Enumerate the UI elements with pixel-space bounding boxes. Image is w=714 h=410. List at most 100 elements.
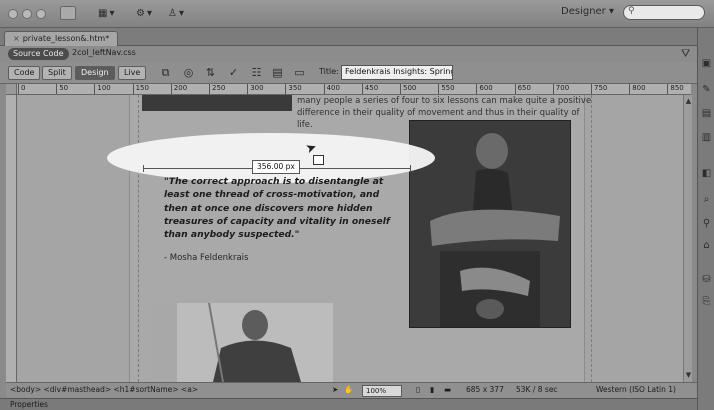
- minimize-window-button[interactable]: [22, 9, 32, 19]
- chevron-down-icon: ▾: [109, 8, 115, 19]
- person-illustration: [151, 303, 333, 382]
- download-size-readout: 53K / 8 sec: [516, 385, 558, 394]
- document-tab-label: private_lesson&.htm*: [22, 34, 110, 43]
- app-window: ▦ ▾ ⚙ ▾ ♙ ▾ Designer ▾ ⚲ × private_lesson&.h…: [0, 0, 714, 410]
- document-title-input[interactable]: Feldenkrais Insights: Spring C: [341, 65, 453, 80]
- related-files-bar: Source Code 2col_leftNav.css ⛛: [0, 46, 697, 62]
- person-stretch-illustration: [410, 121, 570, 327]
- gear-icon: ⚙: [136, 8, 145, 19]
- chevron-down-icon: ▾: [146, 8, 152, 19]
- ap-elements-icon[interactable]: ▤: [701, 108, 712, 119]
- split-view-button[interactable]: Split: [42, 66, 72, 80]
- related-file-link[interactable]: 2col_leftNav.css: [72, 48, 136, 57]
- chevron-down-icon: ▾: [608, 6, 615, 17]
- feldenkrais-photo[interactable]: [409, 120, 571, 328]
- insert-panel-icon[interactable]: ▣: [701, 58, 712, 69]
- grid-icon: ▦: [98, 8, 108, 19]
- ruler-tick: 600: [476, 84, 493, 94]
- status-bar: <body> <div#masthead> <h1#sortName> <a> …: [6, 382, 697, 398]
- window-size-readout[interactable]: 685 x 377: [466, 385, 504, 394]
- help-search-input[interactable]: ⚲: [623, 5, 705, 20]
- title-label: Title:: [319, 67, 339, 76]
- ruler-tick: 550: [438, 84, 455, 94]
- ruler-tick: 100: [94, 84, 111, 94]
- ruler-tick: 700: [552, 84, 569, 94]
- ruler-tick: 850: [667, 84, 684, 94]
- ruler-tick: 300: [247, 84, 264, 94]
- ruler-tick: 400: [323, 84, 340, 94]
- document-tab-bar: × private_lesson&.htm*: [0, 28, 697, 46]
- assets-panel-icon[interactable]: ◧: [701, 168, 712, 179]
- design-canvas[interactable]: many people a series of four to six less…: [17, 95, 683, 382]
- site-menu-button[interactable]: ♙ ▾: [168, 6, 184, 21]
- dw-logo-icon: [60, 6, 76, 20]
- quote-text[interactable]: "The correct approach is to disentangle …: [164, 175, 402, 241]
- workspace-switcher[interactable]: Designer ▾: [561, 6, 614, 17]
- phone-size-icon[interactable]: ▯: [416, 385, 420, 394]
- ruler-tick: 200: [170, 84, 187, 94]
- header-image[interactable]: [142, 95, 292, 111]
- quote-author[interactable]: - Mosha Feldenkrais: [164, 253, 248, 263]
- vertical-scrollbar[interactable]: ▲ ▼: [683, 95, 692, 382]
- desktop-size-icon[interactable]: ▬: [444, 385, 451, 394]
- bindings-panel-icon[interactable]: ⎘: [701, 296, 712, 307]
- workspace-label: Designer: [561, 6, 606, 17]
- close-icon[interactable]: ×: [13, 34, 20, 43]
- width-measure-label: 356.00 px: [252, 160, 300, 174]
- w3c-validation-icon[interactable]: ✓: [226, 65, 241, 80]
- ruler-tick: 0: [18, 84, 25, 94]
- zoom-select[interactable]: 100%: [362, 385, 402, 397]
- properties-panel[interactable]: Properties: [0, 398, 697, 410]
- ruler-tick: 350: [285, 84, 302, 94]
- snippets-panel-icon[interactable]: ⌕: [701, 194, 712, 205]
- refresh-icon[interactable]: ▭: [292, 65, 307, 80]
- design-view-button[interactable]: Design: [75, 66, 115, 80]
- ruler-origin[interactable]: [6, 84, 17, 95]
- visual-aids-icon[interactable]: ▤: [270, 65, 285, 80]
- tag-inspector-icon[interactable]: ⚲: [701, 218, 712, 229]
- ruler-tick: 800: [629, 84, 646, 94]
- files-panel-icon[interactable]: ▥: [701, 132, 712, 143]
- ruler-tick: 450: [361, 84, 378, 94]
- column-guide: [591, 95, 592, 382]
- live-view-button[interactable]: Live: [118, 66, 147, 80]
- user-icon: ♙: [168, 8, 177, 19]
- layout-menu-button[interactable]: ▦ ▾: [98, 6, 114, 21]
- scroll-up-icon[interactable]: ▲: [684, 97, 693, 106]
- column-guide: [138, 95, 139, 382]
- document-tab[interactable]: × private_lesson&.htm*: [4, 31, 119, 46]
- css-styles-icon[interactable]: ✎: [701, 84, 712, 95]
- horizontal-ruler[interactable]: 0 50 100 150 200 250 300 350 400 450 500 550 600 650 7…: [6, 84, 691, 95]
- ruler-tick: 500: [400, 84, 416, 94]
- properties-label: Properties: [10, 400, 48, 409]
- code-view-button[interactable]: Code: [8, 66, 41, 80]
- source-code-button[interactable]: Source Code: [8, 48, 69, 60]
- scroll-down-icon[interactable]: ▼: [684, 371, 693, 380]
- extend-menu-button[interactable]: ⚙ ▾: [136, 6, 152, 21]
- filter-icon[interactable]: ⛛: [681, 47, 690, 61]
- zoom-value: 100%: [366, 387, 387, 395]
- encoding-readout: Western (ISO Latin 1): [596, 385, 676, 394]
- vertical-ruler[interactable]: [6, 95, 17, 382]
- preview-browser-icon[interactable]: ◎: [181, 65, 196, 80]
- ruler-tick: 50: [56, 84, 68, 94]
- browser-compat-icon[interactable]: ☷: [249, 65, 264, 80]
- chevron-down-icon: ▾: [178, 8, 184, 19]
- multiscreen-icon[interactable]: ⧉: [158, 65, 173, 80]
- hand-tool-icon[interactable]: ✋: [344, 385, 353, 394]
- panel-dock: ▣ ✎ ▤ ▥ ◧ ⌕ ⚲ ⌂ ⛁ ⎘: [697, 28, 714, 410]
- ruler-tick: 750: [591, 84, 607, 94]
- document-toolbar: Code Split Design Live ⧉ ◎ ⇅ ✓ ☷ ▤ ▭ Tit…: [0, 62, 697, 84]
- behaviors-panel-icon[interactable]: ⌂: [701, 240, 712, 251]
- zoom-window-button[interactable]: [36, 9, 46, 19]
- tablet-size-icon[interactable]: ▮: [430, 385, 434, 394]
- tag-selector[interactable]: <body> <div#masthead> <h1#sortName> <a>: [10, 385, 198, 394]
- file-management-icon[interactable]: ⇅: [203, 65, 218, 80]
- cursor-box-icon: [313, 155, 324, 165]
- close-window-button[interactable]: [8, 9, 18, 19]
- search-icon: ⚲: [628, 6, 635, 16]
- select-tool-icon[interactable]: ➤: [332, 385, 338, 394]
- student-photo[interactable]: [151, 303, 333, 382]
- databases-panel-icon[interactable]: ⛁: [701, 274, 712, 285]
- application-bar: ▦ ▾ ⚙ ▾ ♙ ▾ Designer ▾ ⚲: [0, 0, 714, 28]
